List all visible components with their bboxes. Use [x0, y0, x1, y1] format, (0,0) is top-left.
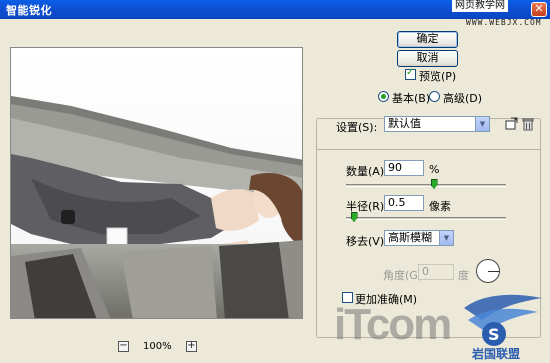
close-button[interactable]: ✕: [531, 2, 547, 17]
svg-text:岩国联盟: 岩国联盟: [471, 346, 520, 360]
settings-divider: [316, 149, 541, 150]
zoom-controls: − 100% +: [118, 341, 198, 355]
zoom-level: 100%: [143, 341, 172, 352]
amount-slider-track[interactable]: [346, 184, 506, 187]
radius-unit: 像素: [429, 200, 451, 213]
chevron-down-icon: ▼: [439, 231, 453, 245]
settings-label: 设置(S):: [336, 121, 378, 134]
svg-text:S: S: [488, 325, 500, 344]
radius-input[interactable]: 0.5: [384, 195, 424, 211]
amount-input[interactable]: 90: [384, 160, 424, 176]
site-url-watermark: WWW.WEBJX.COM: [466, 18, 542, 27]
chevron-down-icon: ▼: [475, 117, 489, 131]
amount-label: 数量(A):: [346, 165, 388, 178]
zoom-out-button[interactable]: −: [118, 341, 129, 352]
itcom-watermark: iTcom: [334, 300, 452, 349]
amount-unit: %: [429, 163, 440, 176]
ok-button[interactable]: 确定: [397, 31, 458, 48]
radius-label: 半径(R):: [346, 200, 388, 213]
remove-label: 移去(V):: [346, 235, 388, 248]
zoom-in-button[interactable]: +: [186, 341, 197, 352]
save-settings-icon[interactable]: [505, 117, 519, 131]
preview-label: 预览(P): [419, 70, 457, 83]
preview-image[interactable]: [10, 47, 303, 319]
trash-icon[interactable]: [521, 117, 535, 131]
angle-input: 0: [418, 264, 454, 280]
window-title: 智能锐化: [6, 4, 52, 17]
basic-mode-label: 基本(B): [392, 92, 431, 105]
settings-preset-value: 默认值: [388, 117, 421, 130]
advanced-mode-radio[interactable]: [429, 91, 440, 102]
angle-unit: 度: [458, 269, 469, 282]
preview-checkbox[interactable]: [405, 67, 416, 80]
remove-blur-value: 高斯模糊: [388, 231, 432, 244]
cancel-button[interactable]: 取消: [397, 50, 458, 67]
angle-dial-icon: [476, 259, 500, 283]
advanced-mode-label: 高级(D): [443, 92, 483, 105]
alliance-logo: S 岩国联盟: [464, 294, 542, 360]
basic-mode-radio[interactable]: [378, 91, 389, 102]
settings-preset-select[interactable]: 默认值 ▼: [384, 116, 490, 132]
radius-slider-track[interactable]: [346, 217, 506, 220]
site-watermark: 网页教学网: [452, 0, 508, 12]
remove-blur-select[interactable]: 高斯模糊 ▼: [384, 230, 454, 246]
